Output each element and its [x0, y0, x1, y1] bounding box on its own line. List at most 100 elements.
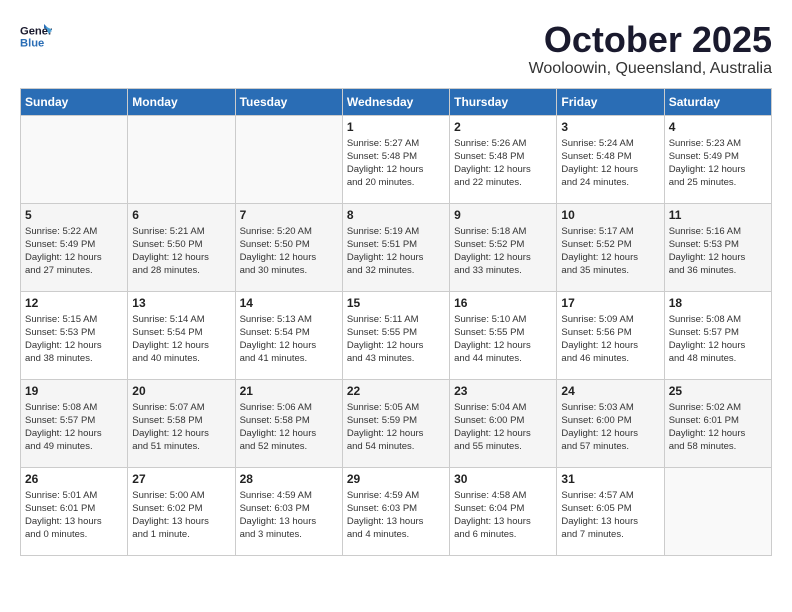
weekday-header-friday: Friday	[557, 88, 664, 115]
calendar-cell: 19 Sunrise: 5:08 AM Sunset: 5:57 PM Dayli…	[21, 379, 128, 467]
day-number: 2	[454, 120, 552, 134]
day-number: 19	[25, 384, 123, 398]
calendar-cell: 2 Sunrise: 5:26 AM Sunset: 5:48 PM Daylig…	[450, 115, 557, 203]
day-info: Sunrise: 5:16 AM Sunset: 5:53 PM Dayligh…	[669, 225, 767, 278]
day-number: 23	[454, 384, 552, 398]
day-number: 12	[25, 296, 123, 310]
day-number: 5	[25, 208, 123, 222]
calendar-cell: 18Sunrise: 5:08 AM Sunset: 5:57 PM Dayli…	[664, 291, 771, 379]
weekday-header-row: SundayMondayTuesdayWednesdayThursdayFrid…	[21, 88, 772, 115]
day-info: Sunrise: 5:08 AM Sunset: 5:57 PM Dayligh…	[25, 401, 123, 454]
day-number: 31	[561, 472, 659, 486]
title-block: October 2025 Wooloowin, Queensland, Aust…	[529, 20, 772, 78]
day-number: 3	[561, 120, 659, 134]
calendar-cell: 11 Sunrise: 5:16 AM Sunset: 5:53 PM Dayli…	[664, 203, 771, 291]
weekday-header-thursday: Thursday	[450, 88, 557, 115]
location-subtitle: Wooloowin, Queensland, Australia	[529, 60, 772, 78]
day-info: Sunrise: 5:02 AM Sunset: 6:01 PM Dayligh…	[669, 401, 767, 454]
day-info: Sunrise: 5:11 AM Sunset: 5:55 PM Dayligh…	[347, 313, 445, 366]
day-number: 17	[561, 296, 659, 310]
day-info: Sunrise: 5:10 AM Sunset: 5:55 PM Dayligh…	[454, 313, 552, 366]
week-row-5: 26 Sunrise: 5:01 AM Sunset: 6:01 PM Dayli…	[21, 467, 772, 555]
day-number: 11	[669, 208, 767, 222]
calendar-cell: 27Sunrise: 5:00 AM Sunset: 6:02 PM Dayli…	[128, 467, 235, 555]
calendar-cell: 10 Sunrise: 5:17 AM Sunset: 5:52 PM Dayli…	[557, 203, 664, 291]
calendar-cell: 25Sunrise: 5:02 AM Sunset: 6:01 PM Dayli…	[664, 379, 771, 467]
day-info: Sunrise: 5:27 AM Sunset: 5:48 PM Dayligh…	[347, 137, 445, 190]
calendar-cell: 7 Sunrise: 5:20 AM Sunset: 5:50 PM Daylig…	[235, 203, 342, 291]
day-number: 10	[561, 208, 659, 222]
day-number: 1	[347, 120, 445, 134]
day-number: 13	[132, 296, 230, 310]
logo: General Blue	[20, 20, 52, 52]
day-number: 28	[240, 472, 338, 486]
calendar-cell	[664, 467, 771, 555]
calendar-table: SundayMondayTuesdayWednesdayThursdayFrid…	[20, 88, 772, 556]
calendar-cell: 21 Sunrise: 5:06 AM Sunset: 5:58 PM Dayli…	[235, 379, 342, 467]
weekday-header-sunday: Sunday	[21, 88, 128, 115]
day-number: 15	[347, 296, 445, 310]
day-info: Sunrise: 4:57 AM Sunset: 6:05 PM Dayligh…	[561, 489, 659, 542]
weekday-header-monday: Monday	[128, 88, 235, 115]
day-number: 26	[25, 472, 123, 486]
calendar-cell: 20Sunrise: 5:07 AM Sunset: 5:58 PM Dayli…	[128, 379, 235, 467]
day-number: 8	[347, 208, 445, 222]
day-number: 29	[347, 472, 445, 486]
day-number: 14	[240, 296, 338, 310]
calendar-cell: 26 Sunrise: 5:01 AM Sunset: 6:01 PM Dayli…	[21, 467, 128, 555]
day-info: Sunrise: 5:15 AM Sunset: 5:53 PM Dayligh…	[25, 313, 123, 366]
day-number: 21	[240, 384, 338, 398]
calendar-cell: 30 Sunrise: 4:58 AM Sunset: 6:04 PM Dayli…	[450, 467, 557, 555]
day-number: 9	[454, 208, 552, 222]
day-number: 30	[454, 472, 552, 486]
page-header: General Blue October 2025 Wooloowin, Que…	[20, 20, 772, 78]
day-info: Sunrise: 5:20 AM Sunset: 5:50 PM Dayligh…	[240, 225, 338, 278]
day-number: 16	[454, 296, 552, 310]
calendar-cell: 29Sunrise: 4:59 AM Sunset: 6:03 PM Dayli…	[342, 467, 449, 555]
calendar-cell: 15 Sunrise: 5:11 AM Sunset: 5:55 PM Dayli…	[342, 291, 449, 379]
day-info: Sunrise: 5:24 AM Sunset: 5:48 PM Dayligh…	[561, 137, 659, 190]
day-info: Sunrise: 5:01 AM Sunset: 6:01 PM Dayligh…	[25, 489, 123, 542]
day-info: Sunrise: 5:14 AM Sunset: 5:54 PM Dayligh…	[132, 313, 230, 366]
day-info: Sunrise: 5:23 AM Sunset: 5:49 PM Dayligh…	[669, 137, 767, 190]
day-number: 24	[561, 384, 659, 398]
day-number: 4	[669, 120, 767, 134]
day-info: Sunrise: 4:58 AM Sunset: 6:04 PM Dayligh…	[454, 489, 552, 542]
calendar-cell	[21, 115, 128, 203]
calendar-cell: 3 Sunrise: 5:24 AM Sunset: 5:48 PM Daylig…	[557, 115, 664, 203]
week-row-2: 5Sunrise: 5:22 AM Sunset: 5:49 PM Daylig…	[21, 203, 772, 291]
weekday-header-tuesday: Tuesday	[235, 88, 342, 115]
day-info: Sunrise: 5:13 AM Sunset: 5:54 PM Dayligh…	[240, 313, 338, 366]
day-number: 7	[240, 208, 338, 222]
calendar-cell: 8Sunrise: 5:19 AM Sunset: 5:51 PM Daylig…	[342, 203, 449, 291]
day-info: Sunrise: 5:08 AM Sunset: 5:57 PM Dayligh…	[669, 313, 767, 366]
week-row-3: 12 Sunrise: 5:15 AM Sunset: 5:53 PM Dayli…	[21, 291, 772, 379]
calendar-cell: 14 Sunrise: 5:13 AM Sunset: 5:54 PM Dayli…	[235, 291, 342, 379]
day-info: Sunrise: 5:00 AM Sunset: 6:02 PM Dayligh…	[132, 489, 230, 542]
week-row-4: 19 Sunrise: 5:08 AM Sunset: 5:57 PM Dayli…	[21, 379, 772, 467]
calendar-cell	[128, 115, 235, 203]
day-info: Sunrise: 5:06 AM Sunset: 5:58 PM Dayligh…	[240, 401, 338, 454]
day-number: 6	[132, 208, 230, 222]
day-info: Sunrise: 5:26 AM Sunset: 5:48 PM Dayligh…	[454, 137, 552, 190]
day-info: Sunrise: 5:04 AM Sunset: 6:00 PM Dayligh…	[454, 401, 552, 454]
calendar-cell: 22Sunrise: 5:05 AM Sunset: 5:59 PM Dayli…	[342, 379, 449, 467]
calendar-cell: 16 Sunrise: 5:10 AM Sunset: 5:55 PM Dayli…	[450, 291, 557, 379]
month-title: October 2025	[529, 20, 772, 60]
day-info: Sunrise: 4:59 AM Sunset: 6:03 PM Dayligh…	[240, 489, 338, 542]
weekday-header-wednesday: Wednesday	[342, 88, 449, 115]
day-info: Sunrise: 5:05 AM Sunset: 5:59 PM Dayligh…	[347, 401, 445, 454]
calendar-cell: 13 Sunrise: 5:14 AM Sunset: 5:54 PM Dayli…	[128, 291, 235, 379]
calendar-cell: 24Sunrise: 5:03 AM Sunset: 6:00 PM Dayli…	[557, 379, 664, 467]
logo-icon: General Blue	[20, 20, 52, 52]
calendar-cell: 31 Sunrise: 4:57 AM Sunset: 6:05 PM Dayli…	[557, 467, 664, 555]
day-info: Sunrise: 5:18 AM Sunset: 5:52 PM Dayligh…	[454, 225, 552, 278]
calendar-cell: 23 Sunrise: 5:04 AM Sunset: 6:00 PM Dayli…	[450, 379, 557, 467]
calendar-cell: 4 Sunrise: 5:23 AM Sunset: 5:49 PM Daylig…	[664, 115, 771, 203]
day-info: Sunrise: 5:17 AM Sunset: 5:52 PM Dayligh…	[561, 225, 659, 278]
calendar-cell: 17Sunrise: 5:09 AM Sunset: 5:56 PM Dayli…	[557, 291, 664, 379]
weekday-header-saturday: Saturday	[664, 88, 771, 115]
calendar-cell: 6 Sunrise: 5:21 AM Sunset: 5:50 PM Daylig…	[128, 203, 235, 291]
day-info: Sunrise: 5:21 AM Sunset: 5:50 PM Dayligh…	[132, 225, 230, 278]
day-info: Sunrise: 5:07 AM Sunset: 5:58 PM Dayligh…	[132, 401, 230, 454]
